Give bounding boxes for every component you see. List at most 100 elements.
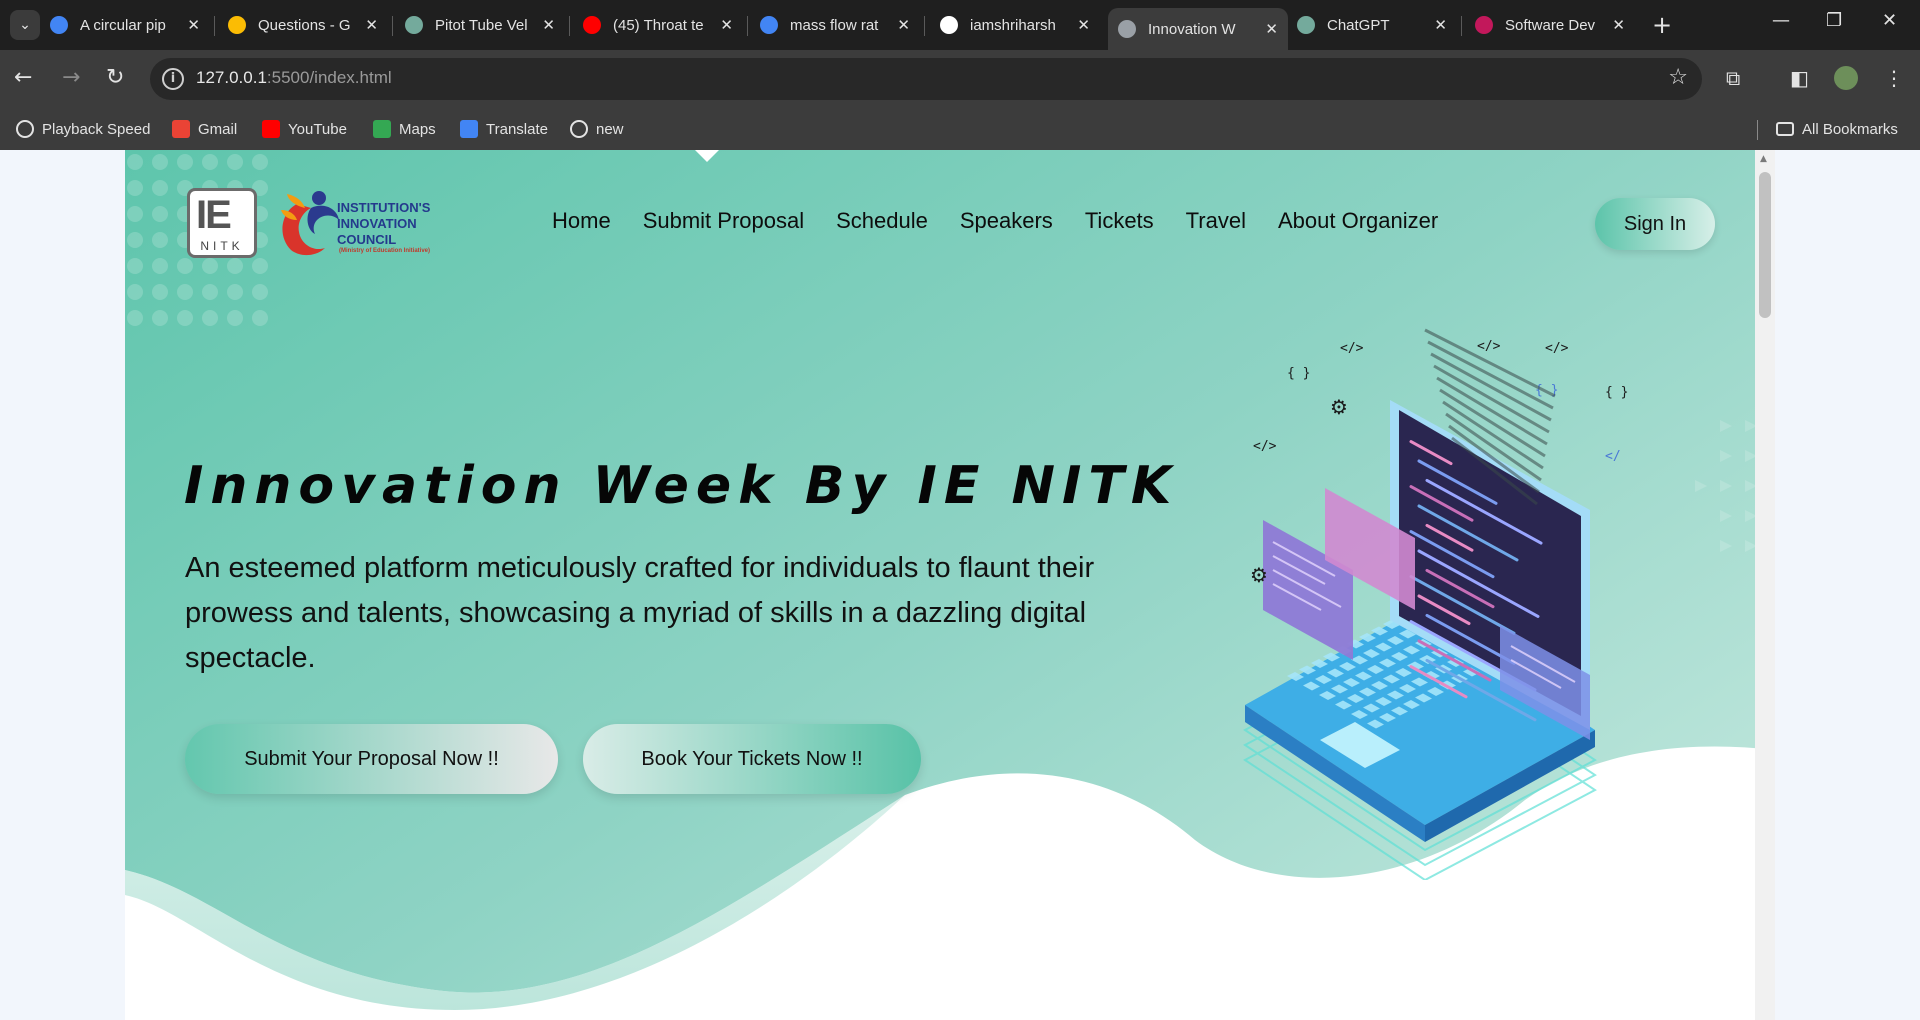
minimize-icon[interactable]: — bbox=[1772, 10, 1790, 31]
svg-text:</>: </> bbox=[1253, 439, 1277, 454]
gmail-icon bbox=[172, 120, 190, 138]
address-bar[interactable]: i 127.0.0.1:5500/index.html ☆ bbox=[150, 58, 1702, 100]
side-panel-icon[interactable]: ◧ bbox=[1790, 66, 1809, 90]
iic-line-1: INSTITUTION'S bbox=[337, 200, 431, 215]
tab-2[interactable]: Questions - G ✕ bbox=[218, 8, 388, 42]
bookmark-star-icon[interactable]: ☆ bbox=[1668, 65, 1688, 90]
url-path: :5500/index.html bbox=[266, 68, 392, 87]
restore-icon[interactable]: ❐ bbox=[1826, 10, 1842, 31]
nav-tickets[interactable]: Tickets bbox=[1085, 208, 1154, 234]
google-drive-icon bbox=[228, 16, 246, 34]
rgs-icon bbox=[1475, 16, 1493, 34]
site-info-icon[interactable]: i bbox=[162, 68, 184, 90]
tab-strip: ⌄ A circular pip ✕ Questions - G ✕ Pitot Tub… bbox=[0, 0, 1920, 50]
nav-schedule[interactable]: Schedule bbox=[836, 208, 928, 234]
url-text[interactable]: 127.0.0.1:5500/index.html bbox=[196, 68, 392, 88]
iic-subtitle: (Ministry of Education Initiative) bbox=[339, 248, 431, 254]
bookmark-gmail[interactable]: Gmail bbox=[172, 116, 237, 142]
github-icon bbox=[940, 16, 958, 34]
tab-title: Questions - G bbox=[258, 16, 351, 34]
tab-3[interactable]: Pitot Tube Vel ✕ bbox=[395, 8, 565, 42]
bookmark-maps[interactable]: Maps bbox=[373, 116, 436, 142]
svg-text:</>: </> bbox=[1340, 341, 1364, 356]
website-page: IE NITK INSTITUTION'S INNOVATION COUNCIL… bbox=[125, 150, 1775, 1020]
scroll-thumb[interactable] bbox=[1759, 172, 1771, 318]
google-icon bbox=[50, 16, 68, 34]
nav-speakers[interactable]: Speakers bbox=[960, 208, 1053, 234]
tab-separator bbox=[1461, 16, 1462, 36]
tab-search-button[interactable]: ⌄ bbox=[10, 10, 40, 40]
menu-icon[interactable]: ⋮ bbox=[1884, 66, 1904, 90]
tab-1[interactable]: A circular pip ✕ bbox=[40, 8, 210, 42]
ie-nitk-logo[interactable]: IE NITK bbox=[187, 188, 257, 258]
svg-text:</>: </> bbox=[1545, 341, 1569, 356]
bookmark-label: new bbox=[596, 120, 624, 138]
extensions-icon[interactable]: ⧉ bbox=[1726, 66, 1740, 90]
tab-separator bbox=[214, 16, 215, 36]
maps-icon bbox=[373, 120, 391, 138]
tab-title: ChatGPT bbox=[1327, 16, 1390, 34]
tab-title: Software Dev bbox=[1505, 16, 1596, 34]
submit-proposal-button[interactable]: Submit Your Proposal Now !! bbox=[185, 724, 558, 794]
tab-title: A circular pip bbox=[80, 16, 166, 34]
tab-close-icon[interactable]: ✕ bbox=[542, 16, 555, 34]
sign-in-button[interactable]: Sign In bbox=[1595, 198, 1715, 250]
svg-text:⚙: ⚙ bbox=[1330, 395, 1348, 419]
bookmark-label: Maps bbox=[399, 120, 436, 138]
iic-line-3: COUNCIL bbox=[337, 232, 397, 247]
tab-close-icon[interactable]: ✕ bbox=[897, 16, 910, 34]
nav-home[interactable]: Home bbox=[552, 208, 611, 234]
tab-7[interactable]: Innovation W ✕ bbox=[1108, 8, 1288, 50]
new-tab-button[interactable]: + bbox=[1652, 12, 1672, 38]
bookmark-label: YouTube bbox=[288, 120, 347, 138]
iic-title: INSTITUTION'S INNOVATION COUNCIL bbox=[337, 200, 430, 248]
tab-4[interactable]: (45) Throat te ✕ bbox=[573, 8, 743, 42]
tab-title: mass flow rat bbox=[790, 16, 879, 34]
tab-close-icon[interactable]: ✕ bbox=[1265, 20, 1278, 38]
svg-text:</>: </> bbox=[1477, 339, 1501, 354]
google-icon bbox=[760, 16, 778, 34]
tab-title: Pitot Tube Vel bbox=[435, 16, 528, 34]
active-nav-indicator bbox=[695, 150, 719, 162]
all-bookmarks-button[interactable]: All Bookmarks bbox=[1776, 116, 1898, 142]
tab-close-icon[interactable]: ✕ bbox=[187, 16, 200, 34]
page-icon bbox=[1118, 20, 1136, 38]
tab-5[interactable]: mass flow rat ✕ bbox=[750, 8, 920, 42]
folder-icon bbox=[1776, 122, 1794, 136]
tab-8[interactable]: ChatGPT ✕ bbox=[1287, 8, 1457, 42]
hero-description: An esteemed platform meticulously crafte… bbox=[185, 552, 1095, 674]
bookmark-translate[interactable]: Translate bbox=[460, 116, 548, 142]
svg-text:{ }: { } bbox=[1287, 366, 1310, 381]
tab-title: (45) Throat te bbox=[613, 16, 704, 34]
svg-text:</: </ bbox=[1605, 449, 1621, 464]
bookmarks-divider bbox=[1757, 120, 1758, 140]
tab-6[interactable]: iamshriharsh ✕ bbox=[930, 8, 1100, 42]
tab-title: Innovation W bbox=[1148, 20, 1236, 38]
page-scrollbar[interactable]: ▲ bbox=[1755, 150, 1775, 1020]
bookmark-youtube[interactable]: YouTube bbox=[262, 116, 347, 142]
chatgpt-icon bbox=[405, 16, 423, 34]
tab-close-icon[interactable]: ✕ bbox=[720, 16, 733, 34]
profile-avatar[interactable] bbox=[1834, 66, 1858, 90]
all-bookmarks-label: All Bookmarks bbox=[1802, 120, 1898, 138]
tab-close-icon[interactable]: ✕ bbox=[1612, 16, 1625, 34]
close-window-icon[interactable]: ✕ bbox=[1882, 10, 1897, 31]
nav-submit-proposal[interactable]: Submit Proposal bbox=[643, 208, 804, 234]
nav-about-organizer[interactable]: About Organizer bbox=[1278, 208, 1438, 234]
youtube-icon bbox=[583, 16, 601, 34]
tab-close-icon[interactable]: ✕ bbox=[365, 16, 378, 34]
svg-text:⚙: ⚙ bbox=[1250, 563, 1268, 587]
tab-close-icon[interactable]: ✕ bbox=[1077, 16, 1090, 34]
translate-icon bbox=[460, 120, 478, 138]
bookmark-playback-speed[interactable]: Playback Speed bbox=[16, 116, 150, 142]
scroll-up-icon[interactable]: ▲ bbox=[1760, 154, 1767, 164]
nav-travel[interactable]: Travel bbox=[1186, 208, 1246, 234]
reload-button[interactable]: ↻ bbox=[106, 64, 124, 92]
book-tickets-button[interactable]: Book Your Tickets Now !! bbox=[583, 724, 921, 794]
tab-9[interactable]: Software Dev ✕ bbox=[1465, 8, 1635, 42]
logo-ie-text: IE bbox=[196, 193, 232, 237]
tab-close-icon[interactable]: ✕ bbox=[1434, 16, 1447, 34]
bookmark-new[interactable]: new bbox=[570, 116, 624, 142]
forward-button[interactable]: → bbox=[62, 64, 80, 92]
back-button[interactable]: ← bbox=[14, 64, 32, 92]
